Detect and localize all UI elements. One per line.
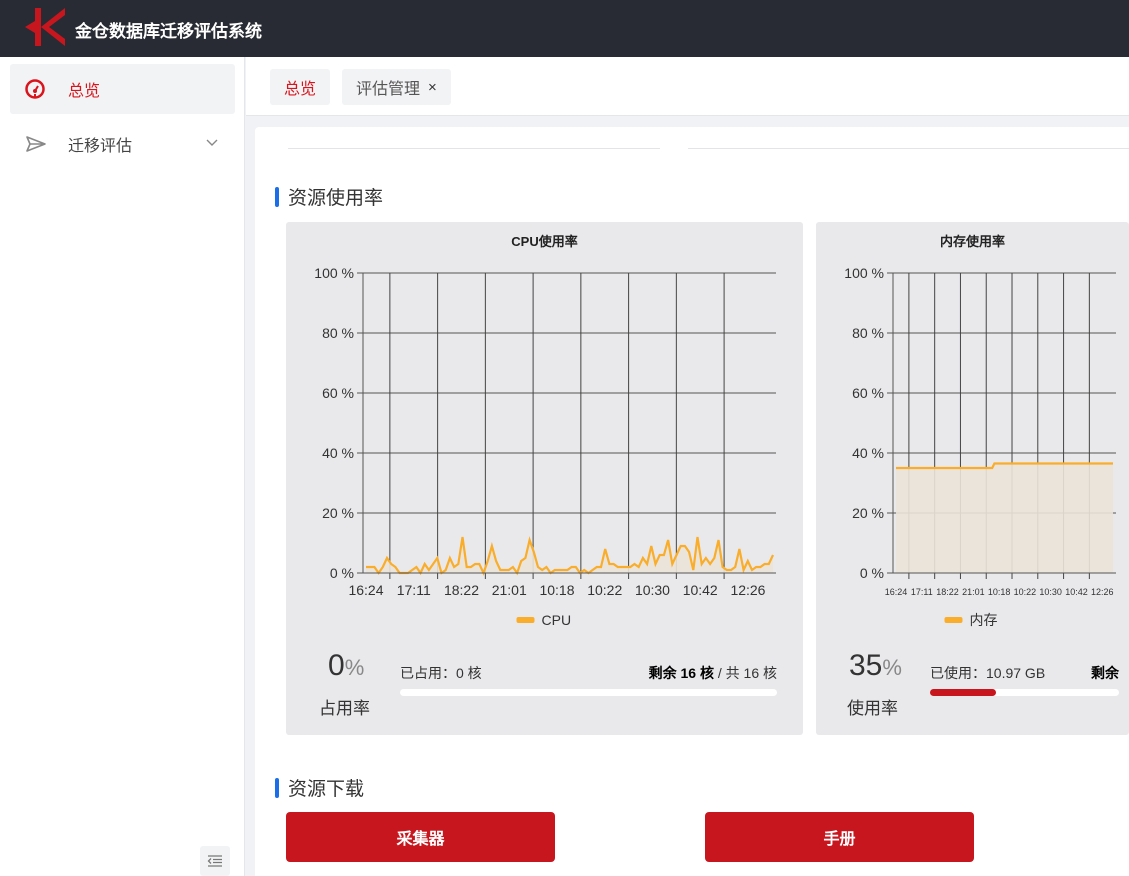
kingbase-logo [25, 8, 65, 46]
percent-sign: % [882, 655, 902, 680]
series-area [896, 463, 1113, 573]
memory-percent-label: 使用率 [847, 699, 898, 718]
cpu-percent-value: 0 [328, 649, 345, 682]
memory-percent-value: 35 [849, 649, 883, 682]
cpu-chart: CPU使用率 0 % 20 % 40 % 60 % 80 % 100 % 16:24 17:11… [314, 234, 776, 628]
cpu-progress-bar [400, 689, 777, 696]
y-tick-label: 40 % [852, 445, 884, 461]
cpu-remaining: 剩余 16 核 / 共 16 核 [649, 663, 777, 683]
legend-label: CPU [542, 612, 572, 628]
y-tick-label: 40 % [322, 445, 354, 461]
section-title-download: 资源下载 [275, 774, 364, 801]
x-tick-label: 10:18 [988, 587, 1011, 597]
memory-percent: 35% [849, 649, 902, 683]
sidebar-item-overview[interactable]: 总览 [10, 64, 235, 114]
y-tick-label: 20 % [852, 505, 884, 521]
y-tick-label: 60 % [322, 385, 354, 401]
x-tick-label: 16:24 [348, 582, 383, 598]
memory-chart: 内存使用率0 %20 %40 %60 %80 %100 %16:24 17:11 1… [844, 234, 1116, 628]
app-title: 金仓数据库迁移评估系统 [75, 22, 262, 41]
cpu-panel: CPU使用率 0 % 20 % 40 % 60 % 80 % 100 % 16:24 17:11… [286, 222, 803, 735]
send-icon [25, 135, 47, 153]
divider [688, 146, 1129, 149]
tab-assessment-management[interactable]: 评估管理 × [342, 69, 451, 105]
cpu-used: 已占用：0 核 [400, 665, 482, 681]
sidebar-item-label: 总览 [68, 83, 101, 100]
section-label: 资源下载 [288, 779, 365, 800]
x-tick-label: 18:22 [936, 587, 959, 597]
app-header: 金仓数据库迁移评估系统 [0, 0, 1129, 57]
x-tick-label: 12:26 [730, 582, 765, 598]
memory-used: 已使用：10.97 GB [930, 665, 1046, 681]
tab-label: 评估管理 [356, 81, 421, 98]
section-title-usage: 资源使用率 [275, 183, 383, 210]
y-tick-label: 80 % [322, 325, 354, 341]
y-tick-label: 100 % [844, 265, 884, 281]
x-tick-label: 10:42 [683, 582, 718, 598]
chevron-down-icon [205, 135, 219, 154]
memory-progress-bar [930, 689, 1119, 696]
x-tick-label: 16:24 [885, 587, 908, 597]
chart-title: CPU使用率 [511, 234, 577, 249]
chart-title: 内存使用率 [940, 234, 1005, 249]
x-tick-label: 17:11 [911, 587, 933, 597]
legend-label: 内存 [970, 612, 998, 628]
memory-progress-fill [930, 689, 997, 696]
sidebar: 总览 迁移评估 [0, 57, 245, 876]
indent-icon [207, 855, 222, 867]
section-marker [275, 777, 279, 798]
legend-swatch [516, 617, 535, 623]
tab-overview[interactable]: 总览 [270, 69, 331, 105]
section-label: 资源使用率 [288, 188, 384, 209]
y-tick-label: 0 % [860, 565, 884, 581]
x-tick-label: 21:01 [492, 582, 527, 598]
separator: / [713, 665, 726, 681]
section-marker [275, 186, 279, 207]
divider [288, 146, 660, 149]
x-tick-label: 12:26 [1091, 587, 1114, 597]
y-tick-label: 100 % [314, 265, 354, 281]
legend-swatch [944, 617, 963, 623]
dashboard-icon [25, 79, 47, 99]
x-tick-label: 10:42 [1065, 587, 1088, 597]
download-manual-button[interactable]: 手册 [705, 812, 974, 862]
x-tick-label: 21:01 [962, 587, 985, 597]
cpu-remaining-value: 剩余 16 核 [648, 665, 714, 681]
collapse-sidebar-button[interactable] [200, 846, 230, 876]
memory-panel: 内存使用率 0 % 20 % 40 % 60 % 80 % 100 % 16:24 17:11 1… [816, 222, 1129, 735]
x-tick-label: 17:11 [397, 582, 431, 598]
y-tick-label: 20 % [322, 505, 354, 521]
x-tick-label: 10:30 [1039, 587, 1062, 597]
x-tick-label: 10:22 [587, 582, 622, 598]
cpu-percent: 0% [328, 649, 364, 683]
x-tick-label: 10:22 [1014, 587, 1037, 597]
cpu-percent-label: 占用率 [319, 699, 370, 718]
y-tick-label: 60 % [852, 385, 884, 401]
x-tick-label: 18:22 [444, 582, 479, 598]
download-collector-button[interactable]: 采集器 [286, 812, 555, 862]
memory-remaining: 剩余 [1091, 663, 1119, 683]
x-tick-label: 10:18 [539, 582, 574, 598]
sidebar-item-migration-assessment[interactable]: 迁移评估 [10, 119, 235, 169]
memory-remaining-value: 剩余 [1091, 665, 1119, 681]
y-tick-label: 80 % [852, 325, 884, 341]
x-tick-label: 10:30 [635, 582, 670, 598]
tab-bar: 总览 评估管理 × [246, 57, 1129, 116]
close-icon[interactable]: × [428, 79, 437, 96]
tab-label: 总览 [284, 81, 317, 98]
sidebar-item-label: 迁移评估 [68, 138, 133, 155]
cpu-total: 共 16 核 [725, 665, 777, 681]
percent-sign: % [344, 655, 365, 680]
y-tick-label: 0 % [330, 565, 354, 581]
